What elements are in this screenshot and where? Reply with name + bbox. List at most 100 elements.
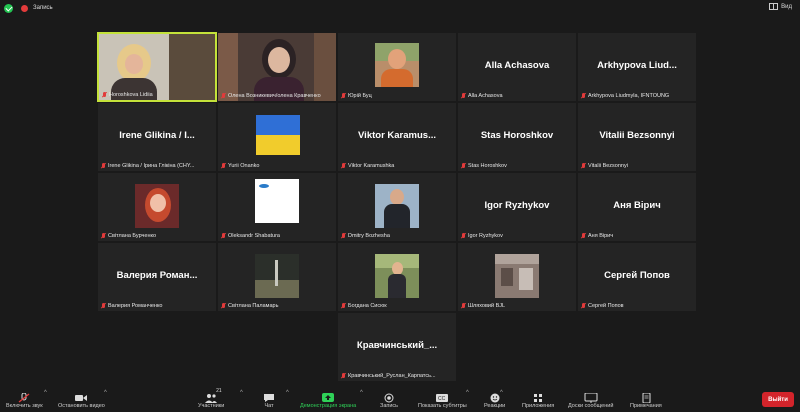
participant-caption: Сергей Попов: [581, 303, 694, 309]
view-label: Вид: [781, 3, 792, 10]
participant-avatar: [375, 254, 419, 298]
participant-display-name: Alla Achasova: [484, 60, 550, 71]
participant-display-name: Stas Horoshkov: [480, 130, 554, 141]
participant-display-name: Arkhypova Liud...: [597, 60, 677, 71]
participant-tile[interactable]: Oleksandr Shabatura: [217, 172, 337, 242]
mic-muted-icon: [461, 303, 466, 309]
participant-video: [99, 34, 215, 100]
participant-tile[interactable]: Кравчинський_... Кравчинський_Руслан_Кар…: [337, 312, 457, 382]
participants-count: 21: [216, 388, 222, 394]
participants-button[interactable]: 21 Участники: [198, 388, 224, 409]
notes-button[interactable]: Примечания: [630, 390, 662, 409]
mic-muted-icon: [341, 373, 346, 379]
mic-muted-icon: [581, 93, 586, 99]
participant-tile[interactable]: Валерия Роман... Валерия Романченко: [97, 242, 217, 312]
participant-tile[interactable]: Igor Ryzhykov Igor Ryzhykov: [457, 172, 577, 242]
logo-icon: [259, 184, 269, 188]
apps-button[interactable]: Приложения: [522, 390, 554, 409]
subtitles-options-caret-icon[interactable]: ^: [466, 390, 469, 396]
audio-options-caret-icon[interactable]: ^: [44, 390, 47, 396]
participant-display-name: Валерия Роман...: [116, 270, 198, 281]
reactions-label: Реакции: [484, 403, 506, 409]
participant-caption: Horoshkova Lidiia: [102, 92, 213, 98]
participant-name: Валерия Романченко: [108, 303, 163, 309]
participant-caption: Arkhypova Liudmyla, IFNTOUNG: [581, 93, 694, 99]
participant-tile[interactable]: Yurii Onanko: [217, 102, 337, 172]
leave-meeting-button[interactable]: Выйти: [762, 392, 794, 407]
participant-avatar: [495, 254, 539, 298]
participant-tile[interactable]: Stas Horoshkov Stas Horoshkov: [457, 102, 577, 172]
participant-avatar: [135, 184, 179, 228]
chat-button[interactable]: Чат: [262, 390, 276, 409]
participant-display-name: Аня Вірич: [613, 200, 661, 211]
participant-name: Сергей Попов: [588, 303, 624, 309]
participant-name: Світлана Паламарь: [228, 303, 279, 309]
mic-muted-icon: [221, 233, 226, 239]
participant-name: Юрій Буц: [348, 93, 372, 99]
participants-icon: 21: [204, 388, 222, 403]
share-screen-label: Демонстрация экрана: [300, 403, 357, 409]
mic-muted-icon: [341, 233, 346, 239]
meeting-toolbar: Включить звук ^ Остановить видео ^ 21 Уч…: [0, 386, 800, 412]
participant-tile[interactable]: Vitalii Bezsonnyi Vitalii Bezsonnyi: [577, 102, 697, 172]
participant-display-name: Кравчинський_...: [356, 340, 438, 351]
notes-icon: [639, 390, 653, 404]
show-subtitles-label: Показать субтитры: [418, 403, 467, 409]
share-options-caret-icon[interactable]: ^: [360, 390, 363, 396]
unmute-label: Включить звук: [6, 403, 43, 409]
participant-display-name: Viktor Karamus...: [358, 130, 436, 141]
participant-caption: Yurii Onanko: [221, 163, 334, 169]
participant-name: Світлана Бурченко: [108, 233, 157, 239]
whiteboard-button[interactable]: Доски сообщений: [568, 390, 613, 409]
participant-tile[interactable]: Dmitry Bozhesha: [337, 172, 457, 242]
mic-muted-icon: [461, 163, 466, 169]
video-options-caret-icon[interactable]: ^: [104, 390, 107, 396]
participant-tile[interactable]: Світлана Бурченко: [97, 172, 217, 242]
view-button[interactable]: Вид: [769, 3, 792, 10]
chat-label: Чат: [264, 403, 274, 409]
share-screen-button[interactable]: Демонстрация экрана: [300, 390, 356, 409]
stop-video-button[interactable]: Остановить видео: [58, 390, 105, 409]
unmute-button[interactable]: Включить звук: [6, 390, 43, 409]
reactions-options-caret-icon[interactable]: ^: [500, 390, 503, 396]
participant-caption: Dmitry Bozhesha: [341, 233, 454, 239]
mic-muted-icon: [581, 163, 586, 169]
view-icon: [769, 3, 779, 10]
chat-options-caret-icon[interactable]: ^: [286, 390, 289, 396]
participant-name: Олена Возникевич/олена Кравченко: [228, 93, 321, 99]
participant-tile[interactable]: Сергей Попов Сергей Попов: [577, 242, 697, 312]
participant-name: Viktor Karamushka: [348, 163, 395, 169]
mic-muted-icon: [102, 92, 107, 98]
participant-tile[interactable]: Світлана Паламарь: [217, 242, 337, 312]
whiteboard-label: Доски сообщений: [568, 403, 614, 409]
participant-tile[interactable]: Irene Glikina / I... Irene Glikina / Іри…: [97, 102, 217, 172]
participant-video: [218, 33, 336, 101]
participant-avatar: [255, 179, 299, 223]
participant-name: Igor Ryzhykov: [468, 233, 503, 239]
participant-name: Yurii Onanko: [228, 163, 260, 169]
participant-caption: Світлана Бурченко: [101, 233, 214, 239]
video-camera-icon: [74, 390, 88, 401]
participant-tile[interactable]: Viktor Karamus... Viktor Karamushka: [337, 102, 457, 172]
participant-tile[interactable]: Юрій Буц: [337, 32, 457, 102]
mic-muted-icon: [17, 390, 31, 403]
participant-tile[interactable]: Arkhypova Liud... Arkhypova Liudmyla, IF…: [577, 32, 697, 102]
record-button[interactable]: Запись: [380, 390, 398, 409]
participant-tile[interactable]: Alla Achasova Alla Achasova: [457, 32, 577, 102]
participant-tile[interactable]: Аня Вірич Аня Вірич: [577, 172, 697, 242]
participant-tile[interactable]: Богдана Сисюк: [337, 242, 457, 312]
participant-caption: Alla Achasova: [461, 93, 574, 99]
security-shield-icon[interactable]: [4, 3, 13, 13]
show-subtitles-button[interactable]: CC Показать субтитры: [418, 390, 467, 409]
participant-tile[interactable]: Horoshkova Lidiia: [97, 32, 217, 102]
participant-tile[interactable]: Шляховий BJL: [457, 242, 577, 312]
participant-caption: Irene Glikina / Ірина Глікіна (CHY...: [101, 163, 214, 169]
mic-muted-icon: [461, 93, 466, 99]
participant-caption: Валерия Романченко: [101, 303, 214, 309]
participant-caption: Igor Ryzhykov: [461, 233, 574, 239]
participant-name: Horoshkova Lidiia: [109, 92, 153, 98]
participant-tile[interactable]: Олена Возникевич/олена Кравченко: [217, 32, 337, 102]
stop-video-label: Остановить видео: [58, 403, 105, 409]
participants-options-caret-icon[interactable]: ^: [240, 390, 243, 396]
participant-display-name: Сергей Попов: [604, 270, 670, 281]
